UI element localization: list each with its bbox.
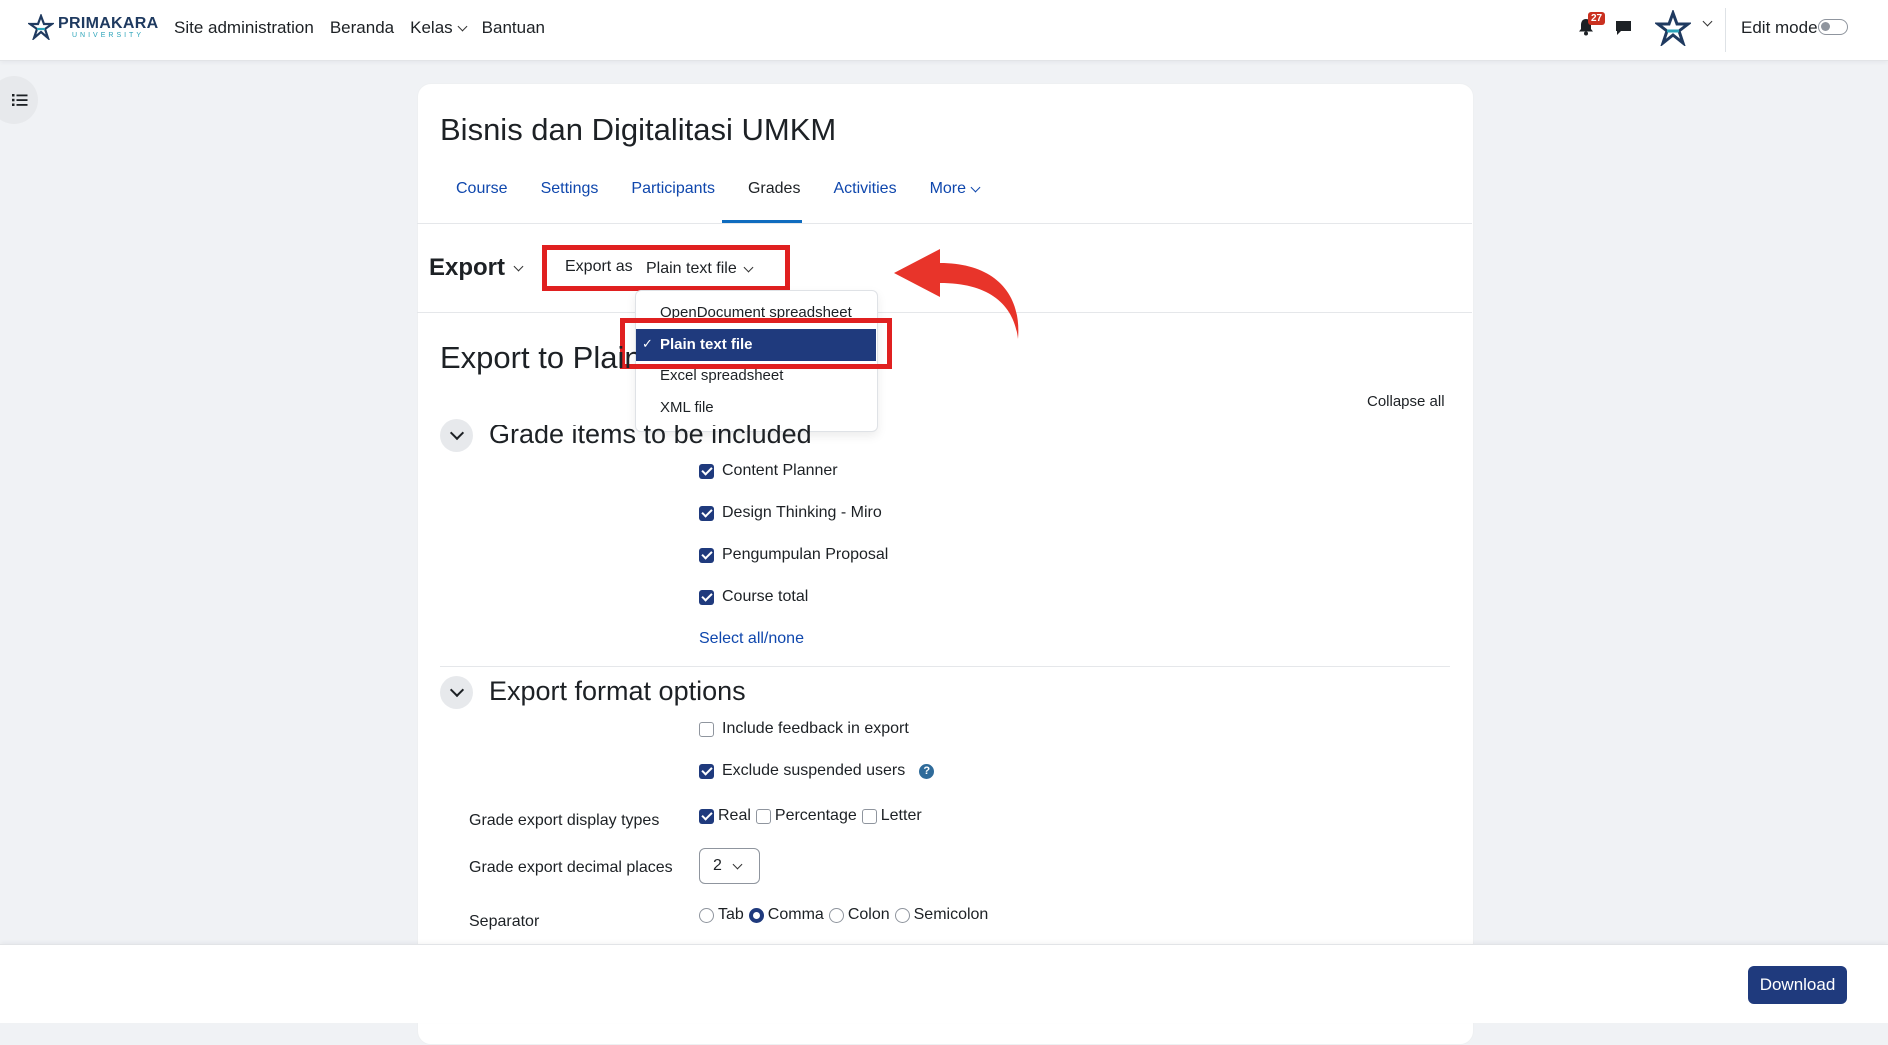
radio-semicolon[interactable] (894, 907, 910, 923)
navbar-divider (1725, 8, 1726, 52)
nav-kelas-label: Kelas (410, 18, 453, 37)
include-feedback-option[interactable]: Include feedback in export (699, 720, 909, 738)
checkbox-checked[interactable] (699, 589, 714, 605)
main-content-card (417, 83, 1474, 1045)
display-types-label: Grade export display types (469, 812, 660, 829)
divider (417, 223, 1472, 224)
separator-colon-label: Colon (847, 906, 890, 923)
tab-participants[interactable]: Participants (631, 180, 715, 198)
select-all-none-link[interactable]: Select all/none (699, 630, 804, 648)
checkbox-percentage[interactable] (755, 808, 771, 824)
chevron-down-icon (732, 859, 743, 869)
include-feedback-label: Include feedback in export (722, 720, 909, 737)
chevron-down-icon (970, 182, 981, 192)
display-type-real-label: Real (718, 807, 751, 824)
export-section-title: Export to Plain text file (440, 340, 636, 376)
export-heading-label: Export (429, 254, 506, 281)
course-tabs: Course Settings Participants Grades Acti… (440, 180, 1012, 198)
primary-navigation: Site administration Beranda Kelas Bantua… (174, 18, 561, 38)
grade-item-course-total[interactable]: Course total (699, 588, 808, 606)
checkbox-letter[interactable] (861, 808, 877, 824)
checkbox-checked[interactable] (699, 547, 714, 563)
top-navbar: PRIMAKARA UNIVERSITY Site administration… (0, 0, 1888, 61)
course-index-drawer-button[interactable] (0, 76, 38, 124)
logo-main-text: PRIMAKARA (58, 14, 159, 32)
help-icon[interactable]: ? (919, 763, 935, 779)
separator-semicolon-label: Semicolon (913, 906, 989, 923)
grade-item-label: Content Planner (722, 462, 838, 479)
chevron-down-icon (743, 262, 754, 272)
display-type-letter-label: Letter (880, 807, 922, 824)
download-button[interactable]: Download (1748, 966, 1847, 1004)
decimal-places-select[interactable]: 2 (699, 848, 760, 884)
tab-activities[interactable]: Activities (833, 180, 896, 198)
exclude-suspended-label: Exclude suspended users (722, 762, 906, 779)
dropdown-option-excel[interactable]: Excel spreadsheet (660, 367, 783, 384)
nav-kelas[interactable]: Kelas (410, 18, 468, 38)
radio-tab[interactable] (699, 907, 714, 923)
red-arrow-annotation-icon (894, 249, 1019, 339)
export-as-label: Export as (565, 258, 633, 275)
export-section-title-text: Export to Plain text file (440, 340, 636, 375)
format-options-section-title: Export format options (489, 676, 746, 706)
separator-tab-label: Tab (718, 906, 744, 923)
grade-item-design-thinking[interactable]: Design Thinking - Miro (699, 504, 882, 522)
message-bubble-icon[interactable] (1615, 19, 1632, 36)
tab-more-label: More (929, 180, 967, 197)
grade-item-label: Course total (722, 588, 809, 605)
decimal-places-value: 2 (713, 857, 722, 874)
sticky-footer (0, 944, 1888, 1023)
chevron-down-icon (513, 261, 524, 271)
divider (440, 666, 1450, 667)
grade-item-content-planner[interactable]: Content Planner (699, 462, 838, 480)
tab-more[interactable]: More (929, 180, 981, 198)
export-as-select[interactable]: Plain text file (646, 260, 754, 278)
dropdown-option-xml[interactable]: XML file (660, 399, 714, 416)
collapse-all-link[interactable]: Collapse all (1367, 393, 1445, 410)
chevron-down-icon (449, 425, 464, 441)
chevron-down-icon (449, 682, 464, 698)
user-avatar[interactable] (1655, 10, 1691, 46)
display-type-percentage-label: Percentage (774, 807, 857, 824)
grade-items-section-toggle[interactable] (440, 419, 473, 452)
edit-mode-toggle[interactable] (1818, 19, 1848, 35)
checkbox-real[interactable] (699, 808, 714, 824)
export-menu-heading[interactable]: Export (429, 254, 524, 282)
exclude-suspended-option[interactable]: Exclude suspended users? (699, 762, 935, 780)
star-logo-icon (28, 14, 54, 40)
separator-group: Tab Comma Colon Semicolon (699, 906, 993, 924)
page-title: Bisnis dan Digitalitasi UMKM (440, 112, 837, 147)
primakara-logo[interactable]: PRIMAKARA UNIVERSITY (28, 14, 158, 40)
grade-item-label: Pengumpulan Proposal (722, 546, 889, 563)
checkbox-unchecked[interactable] (699, 721, 714, 737)
export-as-selected-value: Plain text file (646, 260, 737, 277)
list-icon (12, 94, 28, 106)
display-types-group: Real Percentage Letter (699, 807, 927, 825)
grade-item-pengumpulan-proposal[interactable]: Pengumpulan Proposal (699, 546, 888, 564)
notification-count-badge: 27 (1588, 12, 1606, 25)
checkbox-checked[interactable] (699, 463, 714, 479)
edit-mode-label: Edit mode (1741, 18, 1818, 37)
select-all-none-label: Select all/none (699, 630, 804, 647)
chevron-down-icon (457, 21, 468, 31)
radio-colon[interactable] (828, 907, 844, 923)
decimal-places-label: Grade export decimal places (469, 859, 673, 876)
grade-item-label: Design Thinking - Miro (722, 504, 882, 521)
tab-settings[interactable]: Settings (541, 180, 599, 198)
nav-bantuan[interactable]: Bantuan (482, 18, 545, 38)
nav-site-administration[interactable]: Site administration (174, 18, 314, 38)
checkbox-checked[interactable] (699, 505, 714, 521)
radio-comma[interactable] (748, 907, 764, 923)
plain-text-highlight-box (620, 318, 892, 369)
separator-comma-label: Comma (767, 906, 824, 923)
logo-sub-text: UNIVERSITY (72, 31, 145, 39)
avatar-chevron-down-icon[interactable] (1702, 16, 1713, 27)
separator-label: Separator (469, 913, 540, 930)
nav-beranda[interactable]: Beranda (330, 18, 394, 38)
tab-course[interactable]: Course (456, 180, 508, 198)
format-options-section-toggle[interactable] (440, 676, 473, 709)
checkbox-checked[interactable] (699, 763, 714, 779)
tab-grades[interactable]: Grades (748, 180, 800, 198)
